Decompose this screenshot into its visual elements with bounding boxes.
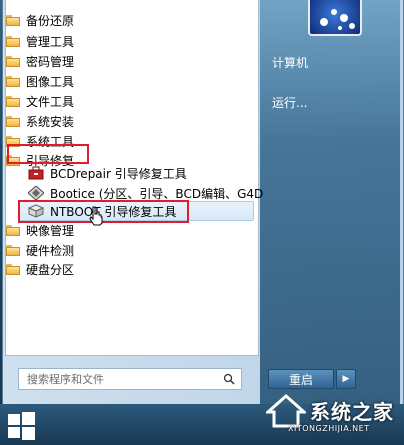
folder-label: 映像管理 (26, 223, 75, 238)
watermark: 系统之家 XITONGZHIJIA.NET (262, 392, 402, 442)
run-link[interactable]: 运行... (272, 94, 307, 111)
restart-button[interactable]: 重启 (268, 369, 334, 389)
folder-icon (6, 224, 20, 236)
folder-icon (6, 244, 20, 256)
folder-item-password[interactable]: 密码管理 (6, 51, 74, 71)
subitem-bcdrepair[interactable]: BCDrepair 引导修复工具 (28, 163, 187, 183)
annotation-box-boot-repair (7, 144, 89, 164)
hand-cursor-icon (89, 206, 103, 226)
folder-icon (6, 14, 20, 26)
folder-item-admin-tools[interactable]: 管理工具 (6, 31, 74, 51)
avatar-icon (320, 9, 355, 30)
watermark-url: XITONGZHIJIA.NET (288, 424, 370, 433)
search-icon (223, 373, 235, 385)
folder-icon (6, 95, 20, 107)
user-avatar[interactable] (308, 0, 362, 36)
folder-item-hardware-check[interactable]: 硬件检测 (6, 240, 74, 260)
shutdown-options-button[interactable]: ▶ (336, 369, 356, 389)
windows-start-icon[interactable] (4, 409, 38, 443)
folder-label: 系统安装 (26, 114, 75, 129)
folder-icon (6, 115, 20, 127)
folder-item-system-install[interactable]: 系统安装 (6, 111, 74, 131)
arrow-right-icon: ▶ (342, 374, 350, 384)
folder-item-image-tools[interactable]: 图像工具 (6, 71, 74, 91)
folder-icon (6, 263, 20, 275)
computer-link[interactable]: 计算机 (272, 54, 308, 71)
house-logo-icon (266, 394, 306, 428)
toolbox-icon (28, 166, 44, 180)
watermark-title: 系统之家 (310, 400, 394, 424)
folder-item-disk-partition[interactable]: 硬盘分区 (6, 259, 74, 279)
subitem-label: Bootice (分区、引导、BCD编辑、G4D (50, 186, 264, 201)
folder-label: 管理工具 (26, 34, 75, 49)
subitem-label: BCDrepair 引导修复工具 (50, 166, 187, 181)
folder-icon (6, 55, 20, 67)
search-placeholder: 搜索程序和文件 (27, 373, 104, 386)
folder-label: 硬盘分区 (26, 262, 75, 277)
search-input[interactable]: 搜索程序和文件 (18, 368, 242, 390)
folder-icon (6, 75, 20, 87)
folder-item-file-tools[interactable]: 文件工具 (6, 91, 74, 111)
folder-label: 图像工具 (26, 74, 75, 89)
folder-label: 密码管理 (26, 54, 75, 69)
folder-label: 备份还原 (26, 13, 75, 28)
folder-item-image-manage[interactable]: 映像管理 (6, 220, 74, 240)
folder-label: 硬件检测 (26, 243, 75, 258)
folder-icon (6, 35, 20, 47)
diamond-tool-icon (28, 186, 44, 200)
folder-item-backup[interactable]: 备份还原 (6, 10, 74, 30)
folder-label: 文件工具 (26, 94, 75, 109)
restart-label: 重启 (288, 372, 313, 387)
